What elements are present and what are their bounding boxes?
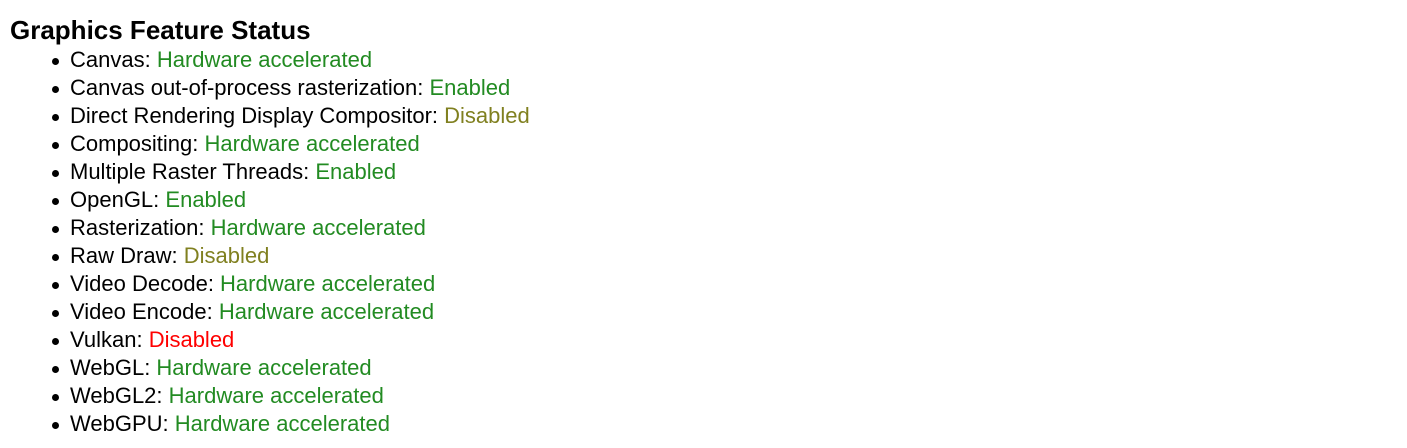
feature-status: Disabled	[444, 103, 530, 128]
section-heading: Graphics Feature Status	[10, 15, 311, 45]
feature-status: Disabled	[148, 327, 235, 352]
bullet-icon	[52, 422, 59, 429]
feature-name: WebGL	[70, 355, 145, 380]
feature-item-multiple-raster-threads: Multiple Raster Threads: Enabled	[52, 158, 1407, 186]
feature-status: Enabled	[429, 75, 511, 100]
feature-name: WebGPU	[70, 411, 163, 436]
bullet-icon	[52, 114, 59, 121]
feature-status: Hardware accelerated	[156, 47, 373, 72]
feature-status: Hardware accelerated	[174, 411, 390, 436]
feature-status-list: Canvas: Hardware accelerated Canvas out-…	[10, 46, 1407, 438]
bullet-icon	[52, 310, 59, 317]
feature-item-canvas: Canvas: Hardware accelerated	[52, 46, 1407, 74]
feature-name: Raw Draw	[70, 243, 172, 268]
feature-status: Hardware accelerated	[204, 131, 420, 156]
feature-name: Canvas	[70, 47, 145, 72]
feature-status: Hardware accelerated	[210, 215, 426, 240]
bullet-icon	[52, 86, 59, 93]
bullet-icon	[52, 282, 59, 289]
feature-name: Rasterization	[70, 215, 199, 240]
feature-name: OpenGL	[70, 187, 154, 212]
bullet-icon	[52, 170, 59, 177]
feature-status: Hardware accelerated	[168, 383, 384, 408]
feature-item-direct-rendering-display-compositor: Direct Rendering Display Compositor: Dis…	[52, 102, 1407, 130]
feature-item-opengl: OpenGL: Enabled	[52, 186, 1407, 214]
feature-item-video-decode: Video Decode: Hardware accelerated	[52, 270, 1407, 298]
bullet-icon	[52, 198, 59, 205]
bullet-icon	[52, 338, 59, 345]
feature-status: Enabled	[315, 159, 397, 184]
feature-name: Direct Rendering Display Compositor	[70, 103, 432, 128]
bullet-icon	[52, 394, 59, 401]
feature-name: Canvas out-of-process rasterization	[70, 75, 418, 100]
feature-item-compositing: Compositing: Hardware accelerated	[52, 130, 1407, 158]
bullet-icon	[52, 142, 59, 149]
feature-status: Hardware accelerated	[156, 355, 372, 380]
feature-item-video-encode: Video Encode: Hardware accelerated	[52, 298, 1407, 326]
feature-item-webgl2: WebGL2: Hardware accelerated	[52, 382, 1407, 410]
bullet-icon	[52, 366, 59, 373]
feature-status: Disabled	[183, 243, 270, 268]
feature-name: Video Decode	[70, 271, 208, 296]
feature-name: Compositing	[70, 131, 193, 156]
bullet-icon	[52, 58, 59, 65]
feature-item-webgpu: WebGPU: Hardware accelerated	[52, 410, 1407, 438]
feature-item-raw-draw: Raw Draw: Disabled	[52, 242, 1407, 270]
feature-name: Multiple Raster Threads	[70, 159, 304, 184]
feature-status: Enabled	[165, 187, 247, 212]
feature-name: Video Encode	[70, 299, 207, 324]
feature-item-vulkan: Vulkan: Disabled	[52, 326, 1407, 354]
feature-status: Hardware accelerated	[220, 271, 436, 296]
feature-item-webgl: WebGL: Hardware accelerated	[52, 354, 1407, 382]
feature-status: Hardware accelerated	[218, 299, 435, 324]
feature-item-canvas-oop-rasterization: Canvas out-of-process rasterization: Ena…	[52, 74, 1407, 102]
bullet-icon	[52, 226, 59, 233]
feature-name: WebGL2	[70, 383, 157, 408]
feature-item-rasterization: Rasterization: Hardware accelerated	[52, 214, 1407, 242]
graphics-feature-status-section: Graphics Feature Status Canvas: Hardware…	[0, 0, 1407, 438]
bullet-icon	[52, 254, 59, 261]
feature-name: Vulkan	[70, 327, 137, 352]
